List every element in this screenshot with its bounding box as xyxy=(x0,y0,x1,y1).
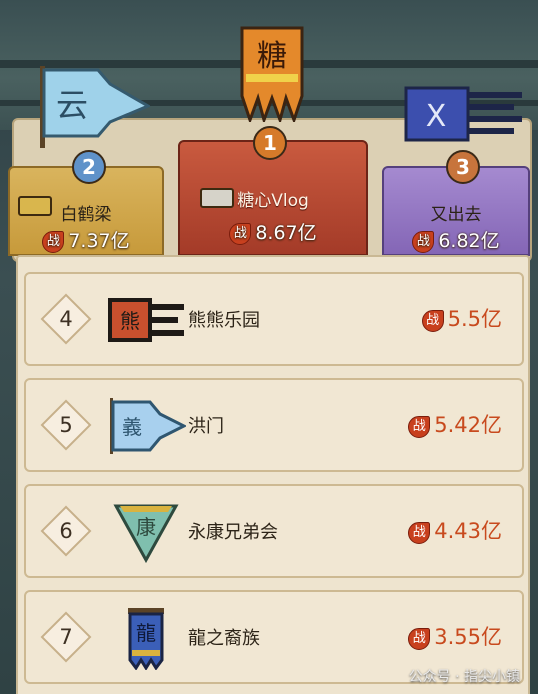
battle-power-icon: 战 xyxy=(412,231,435,253)
flag-tang-icon: 糖 xyxy=(240,26,304,122)
list-item-rank-5[interactable]: 5 義 洪门 战 5.42亿 xyxy=(24,378,524,472)
leader-badge-icon xyxy=(18,196,52,216)
battle-power-icon: 战 xyxy=(408,522,431,544)
guild-emblem-righteous-icon: 義 xyxy=(110,398,186,454)
guild-name: 又出去 xyxy=(430,205,482,225)
flag-char-1: 糖 xyxy=(257,39,287,74)
guild-power: 战 8.67亿 xyxy=(178,218,368,245)
flag-char-3: X xyxy=(426,99,447,134)
flag-char-2: 云 xyxy=(56,86,88,124)
guild-power: 战 5.42亿 xyxy=(408,409,502,439)
guild-emblem-bear-icon: 熊 xyxy=(108,298,184,342)
rank-number: 4 xyxy=(59,307,73,331)
guild-power: 战 5.5亿 xyxy=(421,303,502,333)
guild-power: 战 3.55亿 xyxy=(408,621,502,651)
leader-badge-icon xyxy=(200,188,234,208)
guild-name: 熊熊乐园 xyxy=(188,310,260,331)
battle-power-icon: 战 xyxy=(229,223,252,245)
battle-power-icon: 战 xyxy=(42,231,65,253)
battle-power-icon: 战 xyxy=(408,416,431,438)
guild-name: 龍之裔族 xyxy=(188,628,260,649)
rank-number: 7 xyxy=(59,625,73,649)
svg-text:康: 康 xyxy=(136,515,156,539)
guild-power: 战 6.82亿 xyxy=(382,226,530,253)
watermark: 公众号 · 指尖小镇 xyxy=(408,669,520,685)
svg-text:熊: 熊 xyxy=(120,309,140,333)
guild-name: 永康兄弟会 xyxy=(188,522,278,543)
flag-x-icon: X xyxy=(404,86,522,142)
guild-power: 战 4.43亿 xyxy=(408,515,502,545)
rank-medal-1: 1 xyxy=(253,126,287,160)
list-item-rank-4[interactable]: 4 熊 熊熊乐园 战 5.5亿 xyxy=(24,272,524,366)
rank-number: 5 xyxy=(59,413,73,437)
rank-number: 6 xyxy=(59,519,73,543)
battle-power-icon: 战 xyxy=(421,310,444,332)
svg-text:義: 義 xyxy=(122,415,142,439)
flag-cloud-icon: 云 xyxy=(40,66,150,148)
list-item-rank-6[interactable]: 6 康 永康兄弟会 战 4.43亿 xyxy=(24,484,524,578)
svg-text:龍: 龍 xyxy=(136,621,156,645)
battle-power-icon: 战 xyxy=(408,628,431,650)
guild-emblem-dragon-icon: 龍 xyxy=(128,608,164,670)
guild-name: 洪门 xyxy=(188,416,224,437)
guild-emblem-kang-icon: 康 xyxy=(113,504,179,564)
rank-medal-2: 2 xyxy=(72,150,106,184)
guild-power: 战 7.37亿 xyxy=(8,226,164,253)
rank-medal-3: 3 xyxy=(446,150,480,184)
leaderboard-screen: 云 糖 X 白鹤梁 战 7.37亿 糖心Vlog 战 8.67亿 又出去 战 6.82… xyxy=(0,0,538,694)
